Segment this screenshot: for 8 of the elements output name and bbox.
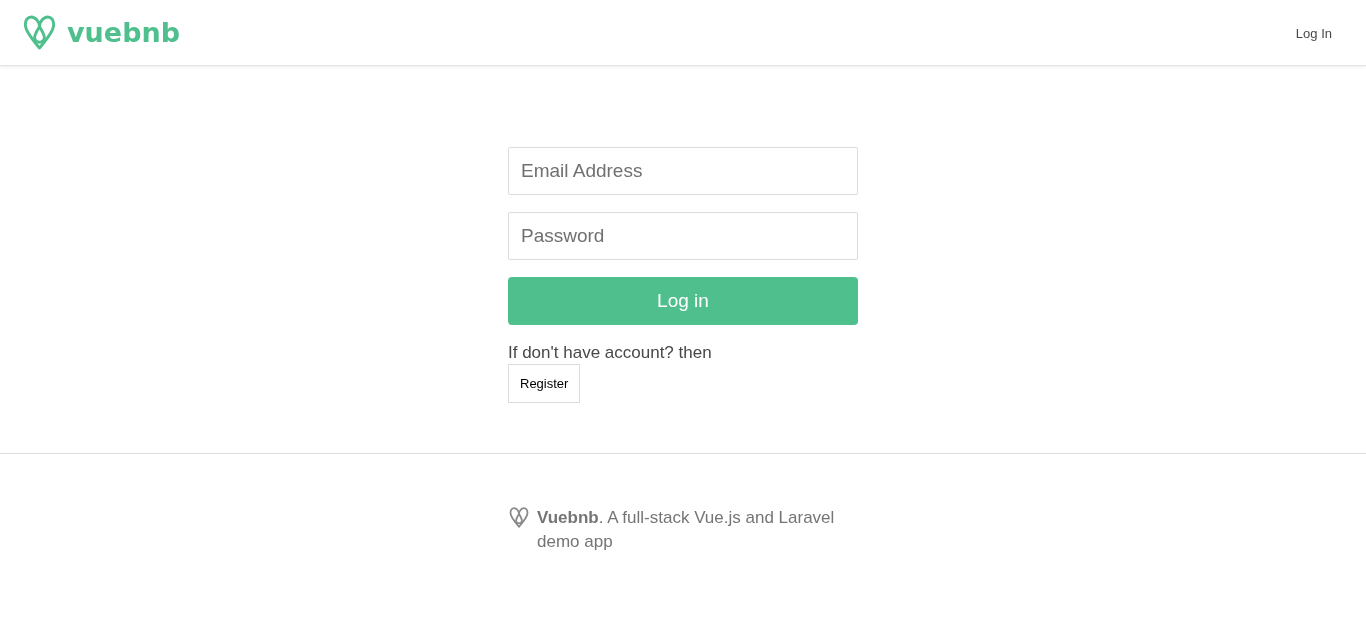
heart-loop-icon — [23, 15, 56, 50]
register-prompt: If don't have account? then — [508, 343, 712, 363]
password-field[interactable]: Password — [508, 212, 858, 260]
email-field[interactable]: Email Address — [508, 147, 858, 195]
footer-text: Vuebnb. A full-stack Vue.js and Laravel demo app — [537, 507, 836, 553]
heart-loop-icon — [509, 507, 529, 528]
login-link[interactable]: Log In — [1295, 25, 1332, 41]
register-button[interactable]: Register — [508, 364, 581, 403]
